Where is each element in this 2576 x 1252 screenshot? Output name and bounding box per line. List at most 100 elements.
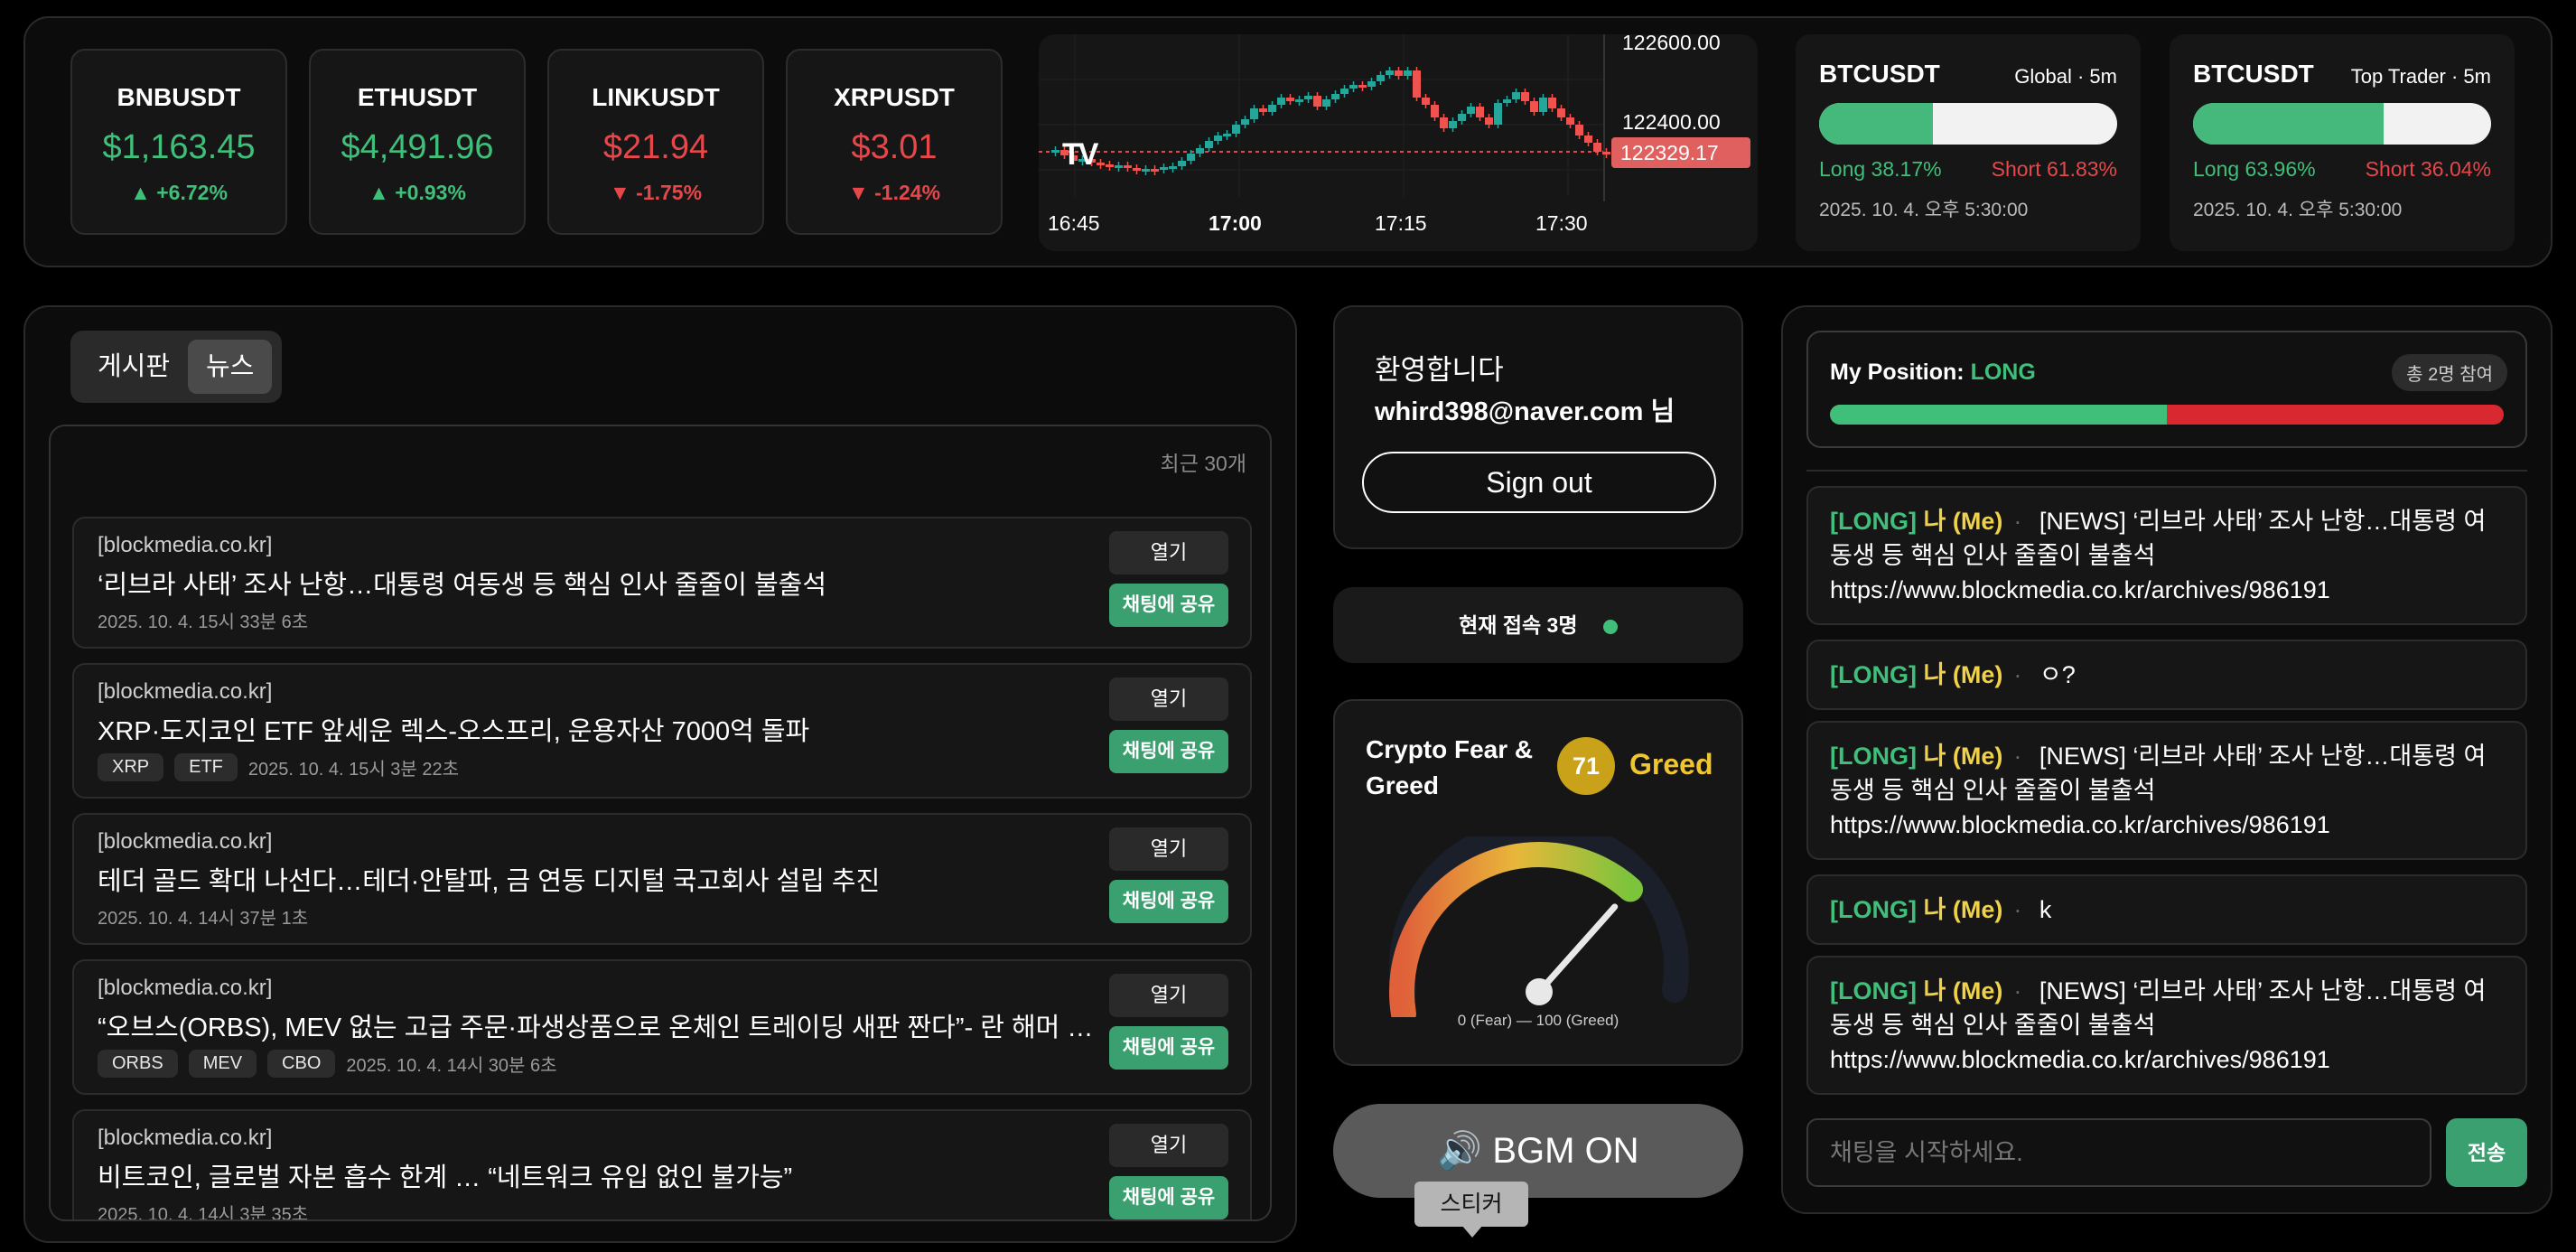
share-to-chat-button[interactable]: 채팅에 공유 [1109,730,1228,773]
share-to-chat-button[interactable]: 채팅에 공유 [1109,584,1228,627]
ratio-label: Top Trader · 5m [2350,65,2491,88]
ticker-price: $1,163.45 [102,128,256,166]
ticker-symbol: BNBUSDT [117,83,241,111]
chat-message: [LONG] 나 (Me) · [NEWS] ‘리브라 사태’ 조사 난항…대통령… [1806,721,2527,860]
ticker-change: ▲ +0.93% [369,181,466,204]
candle-body [1115,165,1123,168]
message-link[interactable]: https://www.blockmedia.co.kr/archives/98… [1830,576,2330,603]
position-side: LONG [1970,360,2036,385]
message-author: 나 (Me) [1923,977,2003,1004]
share-to-chat-button[interactable]: 채팅에 공유 [1109,1026,1228,1070]
ticker-symbol: XRPUSDT [834,83,955,111]
news-meta: ORBS MEV CBO 2025. 10. 4. 14시 30분 6초 [98,1050,557,1078]
fear-greed-title: Crypto Fear & Greed [1366,732,1533,804]
candle-body [1557,108,1565,117]
message-link[interactable]: https://www.blockmedia.co.kr/archives/98… [1830,811,2330,838]
chat-message: [LONG] 나 (Me) · [NEWS] ‘리브라 사태’ 조사 난항…대통령… [1806,486,2527,625]
long-percent: Long 63.96% [2193,157,2316,181]
candle-body [1386,70,1394,75]
candle-body [1404,70,1412,76]
open-button[interactable]: 열기 [1109,827,1228,871]
news-tag[interactable]: MEV [188,1050,257,1078]
chat-message: [LONG] 나 (Me) · k [1806,874,2527,945]
candle-body [1340,89,1349,94]
ratio-bar [2193,103,2491,145]
candle-body [1476,107,1484,117]
recent-count-label: 최근 30개 [1160,452,1246,475]
ticker-card-link[interactable]: LINKUSDT $21.94 ▼ -1.75% [547,49,764,235]
candle-body [1196,148,1204,154]
fear-greed-widget: Crypto Fear & Greed 71 Greed 0 (Fear) — … [1333,699,1743,1066]
message-tag: [LONG] [1830,661,1917,688]
chat-input[interactable] [1806,1118,2431,1187]
news-tag[interactable]: ORBS [98,1050,178,1078]
candle-body [1133,168,1141,171]
btc-mini-chart[interactable]: TV 122600.00 122400.00 122329.17 16:45 1… [1039,34,1758,251]
message-tag: [LONG] [1830,508,1917,535]
tab-news[interactable]: 뉴스 [188,340,273,394]
candle-body [1548,98,1556,108]
news-item: [blockmedia.co.kr] “오브스(ORBS), MEV 없는 고급… [72,959,1252,1095]
open-button[interactable]: 열기 [1109,531,1228,575]
news-title[interactable]: XRP·도지코인 ETF 앞세운 렉스-오스프리, 운용자산 7000억 돌파 [98,710,809,748]
bgm-toggle-button[interactable]: 🔊 BGM ON [1333,1104,1743,1198]
tab-board[interactable]: 게시판 [79,340,188,394]
message-link[interactable]: https://www.blockmedia.co.kr/archives/98… [1830,1046,2330,1073]
news-title[interactable]: ‘리브라 사태’ 조사 난항…대통령 여동생 등 핵심 인사 줄줄이 불출석 [98,564,826,602]
candle-body [1178,161,1186,166]
news-list[interactable]: 최근 30개 [blockmedia.co.kr] ‘리브라 사태’ 조사 난항… [49,425,1272,1221]
price-axis-label: 122400.00 [1622,110,1721,134]
separator-dot: · [2013,896,2022,923]
news-source: [blockmedia.co.kr] [98,1126,273,1150]
open-button[interactable]: 열기 [1109,974,1228,1017]
news-title[interactable]: 비트코인, 글로벌 자본 흡수 한계 … “네트워크 유입 없인 불가능” [98,1156,792,1194]
news-source: [blockmedia.co.kr] [98,829,273,854]
ratio-bar [1819,103,2117,145]
tradingview-logo: TV [1062,137,1098,172]
short-percent: Short 61.83% [1991,157,2117,181]
candle-body [1566,117,1574,125]
news-tag[interactable]: XRP [98,753,164,781]
news-source: [blockmedia.co.kr] [98,679,273,704]
candle-body [1322,99,1330,107]
open-button[interactable]: 열기 [1109,1124,1228,1167]
news-source: [blockmedia.co.kr] [98,533,273,557]
news-time: 2025. 10. 4. 14시 30분 6초 [346,1056,557,1076]
position-prefix: My Position: [1830,360,1965,385]
ticker-change: ▼ -1.24% [847,181,941,204]
send-button[interactable]: 전송 [2446,1118,2527,1187]
tooltip-arrow-icon [1461,1225,1483,1238]
ratio-label: Global · 5m [2014,65,2117,88]
my-position-label: My Position: LONG [1830,360,2036,386]
ticker-card-eth[interactable]: ETHUSDT $4,491.96 ▲ +0.93% [309,49,526,235]
news-tag[interactable]: ETF [174,753,238,781]
time-axis-label: 17:00 [1209,211,1262,235]
news-item: [blockmedia.co.kr] XRP·도지코인 ETF 앞세운 렉스-오… [72,663,1252,799]
ratio-symbol: BTCUSDT [1819,60,1940,88]
candle-body [1575,125,1583,135]
news-title[interactable]: “오브스(ORBS), MEV 없는 고급 주문·파생상품으로 온체인 트레이딩… [98,1006,1100,1044]
message-text: k [2039,896,2052,923]
ticker-card-bnb[interactable]: BNBUSDT $1,163.45 ▲ +6.72% [70,49,287,235]
long-short-ratio-global: BTCUSDT Global · 5m Long 38.17% Short 61… [1796,34,2141,251]
sign-out-button[interactable]: Sign out [1362,452,1716,513]
open-button[interactable]: 열기 [1109,677,1228,721]
share-to-chat-button[interactable]: 채팅에 공유 [1109,1176,1228,1219]
welcome-greeting: 환영합니다 [1375,354,1504,386]
candle-body [1413,70,1421,98]
ratio-symbol: BTCUSDT [2193,60,2314,88]
candle-body [1124,165,1132,168]
short-percent: Short 36.04% [2365,157,2491,181]
candle-body [1593,143,1601,152]
ratio-long-fill [1819,103,1933,145]
news-title[interactable]: 테더 골드 확대 나선다…테더·안탈파, 금 연동 디지털 국고회사 설립 추진 [98,860,880,898]
current-price-tag: 122329.17 [1611,137,1750,168]
news-tag[interactable]: CBO [267,1050,336,1078]
candle-body [1539,98,1547,112]
ticker-change: ▲ +6.72% [130,181,228,204]
news-item: [blockmedia.co.kr] ‘리브라 사태’ 조사 난항…대통령 여동… [72,517,1252,649]
welcome-user: whird398@naver.com 님 [1375,397,1675,426]
share-to-chat-button[interactable]: 채팅에 공유 [1109,880,1228,923]
fear-greed-title-line: Crypto Fear & [1366,735,1534,763]
ticker-card-xrp[interactable]: XRPUSDT $3.01 ▼ -1.24% [786,49,1003,235]
